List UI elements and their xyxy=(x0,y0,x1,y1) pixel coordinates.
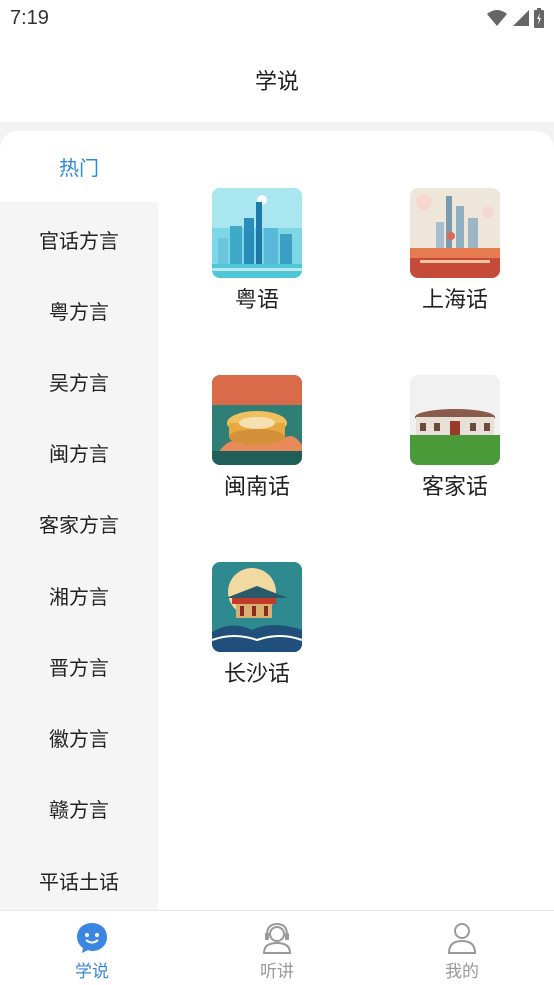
sidebar-item-hot[interactable]: 热门 xyxy=(0,131,158,202)
sidebar-item-label: 赣方言 xyxy=(49,798,109,822)
sidebar-item-gan[interactable]: 赣方言 xyxy=(0,773,158,844)
dialect-card-label: 客家话 xyxy=(421,475,488,500)
battery-icon xyxy=(534,8,544,28)
sidebar-item-label: 粤方言 xyxy=(49,300,109,324)
bottom-nav: 学说 听讲 我的 xyxy=(0,910,554,985)
content-panel: 热门 官话方言 粤方言 吴方言 闽方言 客家方言 湘方言 晋方言 徽方言 赣方言… xyxy=(0,131,554,910)
dialect-sidebar: 热门 官话方言 粤方言 吴方言 闽方言 客家方言 湘方言 晋方言 徽方言 赣方言… xyxy=(0,131,158,910)
dialect-card-label: 上海话 xyxy=(421,288,488,313)
tab-listen[interactable]: 听讲 xyxy=(207,911,347,985)
status-time: 7:19 xyxy=(10,7,49,29)
sidebar-item-label: 晋方言 xyxy=(49,656,109,680)
sidebar-item-mandarin[interactable]: 官话方言 xyxy=(0,204,158,275)
sidebar-item-yue[interactable]: 粤方言 xyxy=(0,275,158,346)
tab-profile[interactable]: 我的 xyxy=(392,911,532,985)
status-icons xyxy=(486,8,544,28)
tab-learn[interactable]: 学说 xyxy=(22,911,162,985)
dialect-card-minnan[interactable]: 闽南话 xyxy=(187,375,327,501)
sidebar-item-label: 官话方言 xyxy=(39,229,119,253)
sidebar-item-label: 客家方言 xyxy=(39,513,119,537)
dialect-card-shanghainese[interactable]: 上海话 xyxy=(385,188,525,314)
sidebar-item-label: 热门 xyxy=(59,156,99,180)
wifi-icon xyxy=(487,10,507,26)
shanghai-skyline-icon xyxy=(410,188,500,278)
dialect-card-label: 闽南话 xyxy=(223,475,290,500)
dialect-card-hakka[interactable]: 客家话 xyxy=(385,375,525,501)
title-bar: 学说 xyxy=(0,38,554,122)
sidebar-item-xiang[interactable]: 湘方言 xyxy=(0,560,158,631)
profile-icon xyxy=(447,923,477,954)
status-bar: 7:19 xyxy=(0,0,554,38)
chat-smile-icon xyxy=(77,923,107,953)
dialect-card-label: 长沙话 xyxy=(223,662,290,687)
sidebar-item-wu[interactable]: 吴方言 xyxy=(0,346,158,417)
sidebar-item-hui[interactable]: 徽方言 xyxy=(0,702,158,773)
page-title: 学说 xyxy=(254,70,299,95)
sidebar-item-label: 湘方言 xyxy=(49,585,109,609)
changsha-pavilion-icon xyxy=(212,562,302,652)
dialect-card-changsha[interactable]: 长沙话 xyxy=(187,562,327,688)
tab-label: 我的 xyxy=(445,962,479,982)
headset-user-icon xyxy=(262,922,292,954)
signal-icon xyxy=(513,10,529,26)
sidebar-item-pinghua[interactable]: 平话土话 xyxy=(0,845,158,910)
tab-label: 听讲 xyxy=(260,962,294,982)
sidebar-item-label: 吴方言 xyxy=(49,371,109,395)
sidebar-item-min[interactable]: 闽方言 xyxy=(0,417,158,488)
sidebar-item-hakka[interactable]: 客家方言 xyxy=(0,488,158,559)
sidebar-item-jin[interactable]: 晋方言 xyxy=(0,631,158,702)
tulou-icon xyxy=(212,375,302,465)
guangzhou-city-icon xyxy=(212,188,302,278)
dialect-card-cantonese[interactable]: 粤语 xyxy=(187,188,327,314)
sidebar-item-label: 平话土话 xyxy=(39,870,119,894)
tab-label: 学说 xyxy=(75,962,109,982)
sidebar-item-label: 徽方言 xyxy=(49,727,109,751)
sidebar-item-label: 闽方言 xyxy=(49,442,109,466)
hakka-roundhouse-icon xyxy=(410,375,500,465)
dialect-card-label: 粤语 xyxy=(234,288,279,313)
